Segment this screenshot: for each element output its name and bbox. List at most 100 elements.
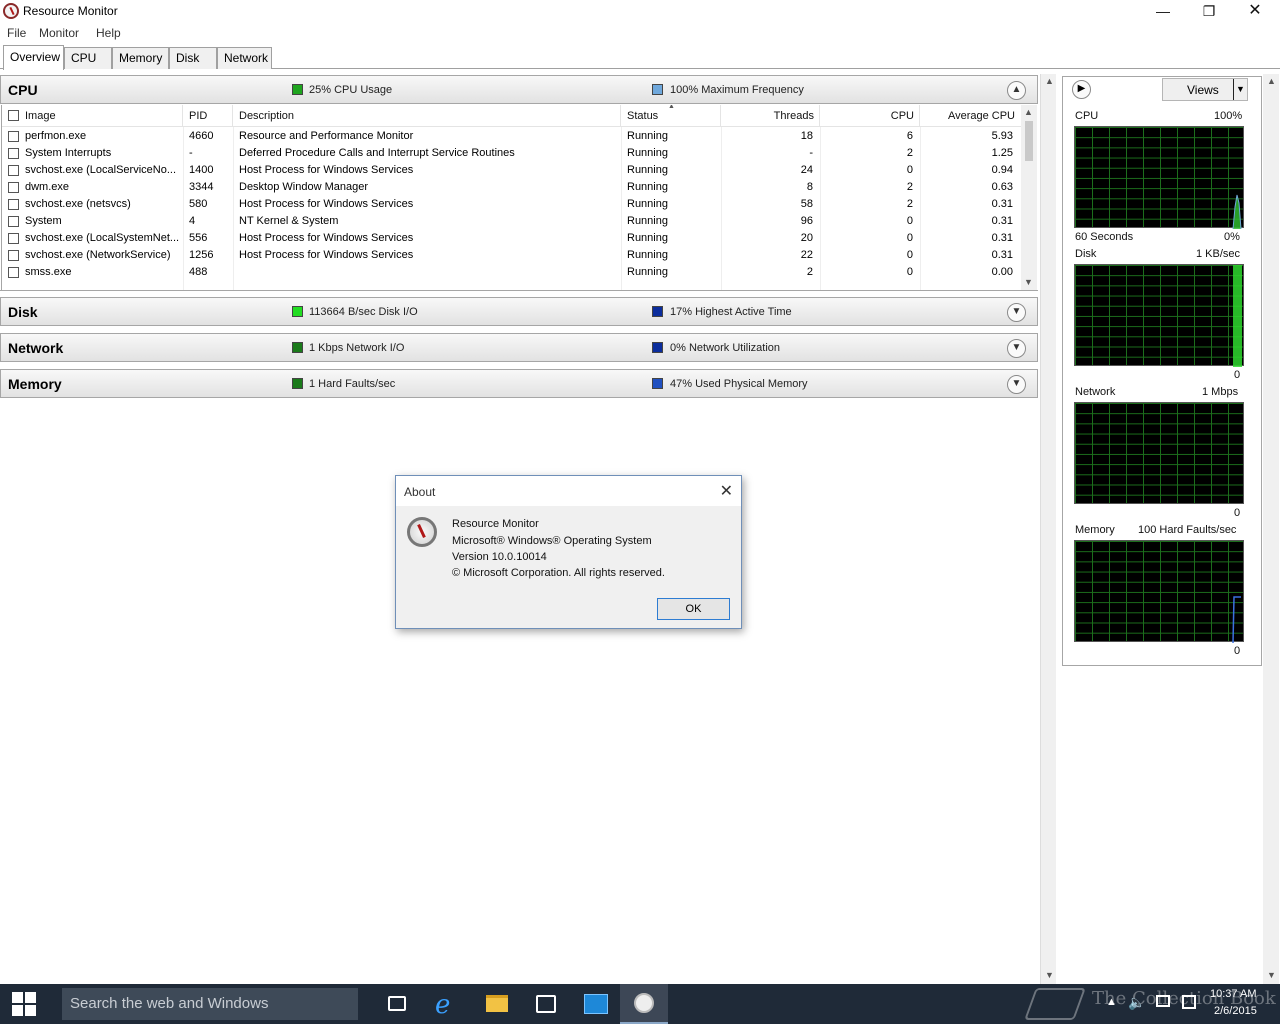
dropdown-arrow-icon[interactable]: ▼ [1233,79,1247,100]
close-button[interactable]: ✕ [1232,0,1278,22]
cell-status: Running [627,266,668,278]
memory-faults-legend [292,378,303,389]
disk-panel-header[interactable]: Disk 113664 B/sec Disk I/O 17% Highest A… [0,297,1038,326]
volume-icon[interactable]: 🔈 [1128,994,1145,1011]
network-panel-header[interactable]: Network 1 Kbps Network I/O 0% Network Ut… [0,333,1038,362]
graphs-scrollbar[interactable]: ▲ ▼ [1263,74,1279,984]
tab-disk[interactable]: Disk [169,47,217,69]
table-scrollbar[interactable]: ▲ ▼ [1021,105,1037,291]
taskbar-file-explorer[interactable] [472,984,520,1024]
cpu-panel-header[interactable]: CPU 25% CPU Usage 100% Maximum Frequency… [0,75,1038,104]
minimize-button[interactable]: — [1140,0,1186,22]
main-scrollbar[interactable]: ▲ ▼ [1040,74,1056,984]
menu-monitor[interactable]: Monitor [39,26,79,40]
column-image[interactable]: Image [25,105,183,127]
table-row[interactable]: perfmon.exe 4660 Resource and Performance … [2,128,1021,145]
table-row[interactable]: System Interrupts - Deferred Procedure Cal… [2,145,1021,162]
cell-image: perfmon.exe [25,130,87,142]
memory-panel-header[interactable]: Memory 1 Hard Faults/sec 47% Used Physic… [0,369,1038,398]
cell-status: Running [627,164,668,176]
row-checkbox[interactable] [8,199,19,210]
table-row[interactable]: svchost.exe (NetworkService) 1256 Host Pro… [2,247,1021,264]
taskbar-store[interactable] [522,984,570,1024]
taskbar-outlook[interactable] [572,984,620,1024]
about-version: Version 10.0.10014 [452,551,547,563]
cell-cpu: 0 [906,232,913,244]
chevron-up-icon[interactable]: ▲ [1007,81,1026,100]
cell-average-cpu: 0.63 [991,181,1013,193]
scroll-down-icon[interactable]: ▼ [1267,970,1276,980]
cell-cpu: 6 [906,130,913,142]
chevron-down-icon[interactable]: ▼ [1007,339,1026,358]
search-input[interactable]: Search the web and Windows [62,988,358,1020]
tab-cpu[interactable]: CPU [64,47,112,69]
row-checkbox[interactable] [8,182,19,193]
notifications-icon[interactable] [1182,995,1196,1009]
graph-network-min: 0 [1234,507,1241,519]
chevron-down-icon[interactable]: ▼ [1007,375,1026,394]
menu-help[interactable]: Help [96,26,121,40]
row-checkbox[interactable] [8,131,19,142]
column-pid[interactable]: PID [189,105,233,127]
start-button[interactable] [0,984,48,1024]
chevron-right-icon[interactable]: ▶ [1072,80,1091,99]
network-icon[interactable] [1156,995,1170,1007]
cell-threads: 24 [800,164,813,176]
scroll-up-icon[interactable]: ▲ [1024,107,1033,117]
maximize-button[interactable]: ❐ [1186,0,1232,22]
cell-description: Desktop Window Manager [239,181,369,193]
cell-threads: 20 [800,232,813,244]
column-average-cpu[interactable]: Average CPU [920,105,1020,127]
table-row[interactable]: svchost.exe (netsvcs) 580 Host Process for… [2,196,1021,213]
taskbar-resource-monitor[interactable] [620,984,668,1024]
views-dropdown[interactable]: Views ▼ [1162,78,1248,101]
views-label: Views [1187,83,1219,97]
tab-memory[interactable]: Memory [112,47,169,69]
about-copyright: © Microsoft Corporation. All rights rese… [452,567,665,579]
taskbar-internet-explorer[interactable]: e [422,984,470,1024]
row-checkbox[interactable] [8,267,19,278]
table-row[interactable]: svchost.exe (LocalServiceNo... 1400 Host P… [2,162,1021,179]
column-description[interactable]: Description [239,105,621,127]
memory-panel-title: Memory [8,376,62,392]
column-threads[interactable]: Threads [721,105,820,127]
graph-cpu-label: CPU [1075,110,1099,122]
row-checkbox[interactable] [8,148,19,159]
clock-date[interactable]: 2/6/2015 [1214,1005,1257,1017]
disk-io-legend [292,306,303,317]
show-hidden-icons-icon[interactable]: ▲ [1106,996,1117,1008]
row-checkbox[interactable] [8,250,19,261]
chevron-down-icon[interactable]: ▼ [1007,303,1026,322]
cell-pid: 488 [189,266,208,278]
network-graph [1074,402,1244,504]
close-icon[interactable]: ✕ [720,481,733,501]
table-row[interactable]: System 4 NT Kernel & System Running 96 0 0.31 [2,213,1021,230]
cell-threads: 18 [800,130,813,142]
cell-image: svchost.exe (netsvcs) [25,198,131,210]
task-view-button[interactable] [372,984,420,1024]
select-all-checkbox[interactable] [8,110,19,121]
menu-file[interactable]: File [7,26,26,40]
table-row[interactable]: svchost.exe (LocalSystemNet... 556 Host Pr… [2,230,1021,247]
scroll-up-icon[interactable]: ▲ [1267,76,1276,86]
clock-time[interactable]: 10:37 AM [1210,988,1256,1000]
internet-explorer-icon: e [435,990,451,1020]
row-checkbox[interactable] [8,165,19,176]
column-cpu[interactable]: CPU [820,105,920,127]
scroll-down-icon[interactable]: ▼ [1024,277,1033,287]
table-row[interactable]: smss.exe 488 Running 2 0 0.00 [2,264,1021,281]
cpu-usage-legend [292,84,303,95]
disk-io-stat: 113664 B/sec Disk I/O [309,306,418,318]
tab-overview[interactable]: Overview [3,45,64,70]
scroll-up-icon[interactable]: ▲ [1045,76,1054,86]
cell-average-cpu: 0.31 [991,198,1013,210]
row-checkbox[interactable] [8,233,19,244]
tab-network[interactable]: Network [217,47,272,69]
row-checkbox[interactable] [8,216,19,227]
table-row[interactable]: dwm.exe 3344 Desktop Window Manager Running… [2,179,1021,196]
ok-button[interactable]: OK [657,598,730,620]
scroll-thumb[interactable] [1025,121,1033,161]
about-os-name: Microsoft® Windows® Operating System [452,535,652,547]
scroll-down-icon[interactable]: ▼ [1045,970,1054,980]
memory-used-legend [652,378,663,389]
